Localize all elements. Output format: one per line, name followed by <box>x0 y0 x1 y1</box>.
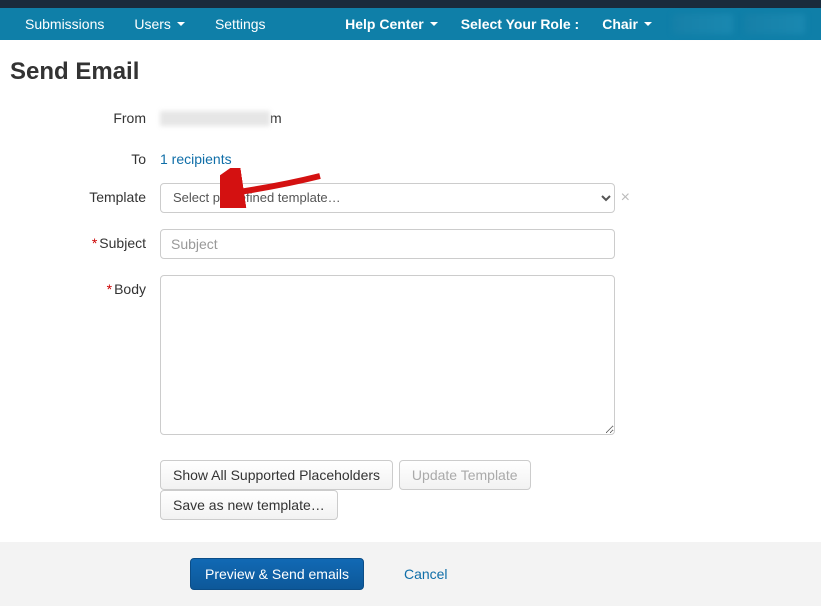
recipients-link[interactable]: 1 recipients <box>160 145 232 167</box>
row-template: Template Select predefined template… × <box>10 183 811 213</box>
nav-role-chair-label: Chair <box>602 16 638 32</box>
caret-down-icon <box>177 22 185 26</box>
footer-bar: Preview & Send emails Cancel <box>0 542 821 606</box>
row-body: *Body Show All Supported Placeholders Up… <box>10 275 811 520</box>
from-value: m <box>160 104 282 126</box>
body-textarea[interactable] <box>160 275 615 435</box>
nav-obscured-item-1 <box>673 14 733 34</box>
caret-down-icon <box>430 22 438 26</box>
label-to: To <box>10 145 160 167</box>
required-mark: * <box>92 235 97 251</box>
label-template: Template <box>10 183 160 205</box>
preview-send-button[interactable]: Preview & Send emails <box>190 558 364 590</box>
template-button-row: Show All Supported Placeholders Update T… <box>160 460 630 520</box>
topbar: Submissions Users Settings Help Center S… <box>0 8 821 40</box>
nav-role-label: Select Your Role : <box>453 10 588 38</box>
nav-help-center-label: Help Center <box>345 16 424 32</box>
from-obscured <box>160 111 270 126</box>
template-select[interactable]: Select predefined template… <box>160 183 615 213</box>
topbar-accent <box>0 0 821 8</box>
label-body: *Body <box>10 275 160 297</box>
page-title: Send Email <box>10 58 811 86</box>
required-mark: * <box>107 281 112 297</box>
nav-submissions[interactable]: Submissions <box>10 10 119 38</box>
update-template-button: Update Template <box>399 460 531 490</box>
cancel-link[interactable]: Cancel <box>404 566 448 582</box>
row-subject: *Subject <box>10 229 811 259</box>
nav-right: Help Center Select Your Role : Chair <box>330 10 811 38</box>
save-template-button[interactable]: Save as new template… <box>160 490 338 520</box>
content: Send Email From m To 1 recipients Templa… <box>0 40 821 520</box>
subject-input[interactable] <box>160 229 615 259</box>
nav-users-label: Users <box>134 16 171 32</box>
row-from: From m <box>10 104 811 129</box>
nav-help-center[interactable]: Help Center <box>330 10 453 38</box>
nav-users[interactable]: Users <box>119 10 200 38</box>
nav-left: Submissions Users Settings <box>10 10 281 38</box>
row-to: To 1 recipients <box>10 145 811 167</box>
nav-role-chair[interactable]: Chair <box>587 10 667 38</box>
label-from: From <box>10 104 160 126</box>
label-subject: *Subject <box>10 229 160 251</box>
label-subject-text: Subject <box>99 235 146 251</box>
show-placeholders-button[interactable]: Show All Supported Placeholders <box>160 460 393 490</box>
caret-down-icon <box>644 22 652 26</box>
clear-template-icon[interactable]: × <box>621 189 630 207</box>
nav-obscured-item-2 <box>745 14 805 34</box>
nav-settings[interactable]: Settings <box>200 10 281 38</box>
label-body-text: Body <box>114 281 146 297</box>
from-suffix: m <box>270 110 282 126</box>
